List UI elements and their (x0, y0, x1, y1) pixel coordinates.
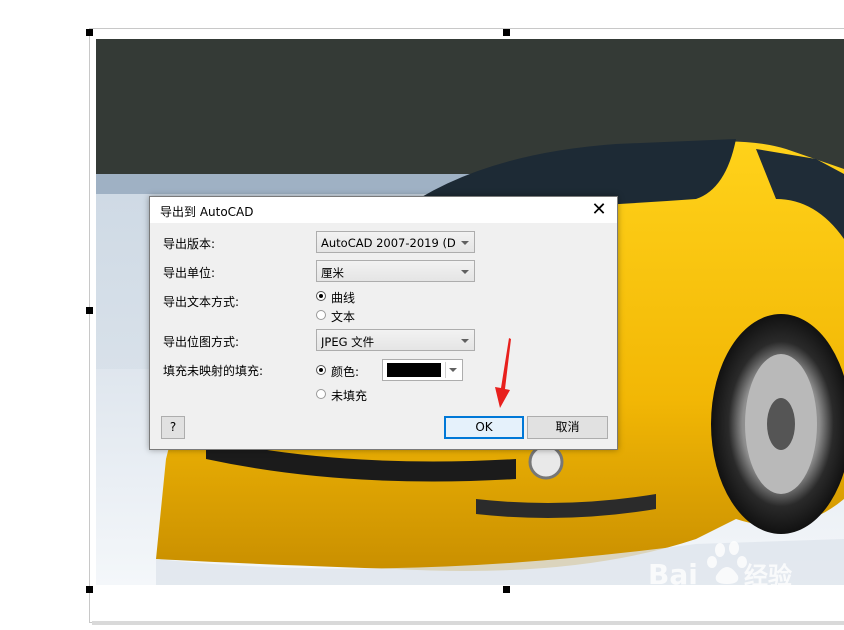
radio-label: 文本 (331, 310, 356, 324)
watermark-url: jingyan.baidu.com (683, 594, 794, 608)
unit-dropdown[interactable]: 厘米 (316, 260, 475, 282)
divider (445, 362, 446, 378)
version-value: AutoCAD 2007-2019 (D... (321, 236, 456, 250)
svg-text:经验: 经验 (744, 562, 792, 590)
fill-label: 填充未映射的填充: (163, 364, 264, 378)
text-mode-label: 导出文本方式: (163, 295, 240, 309)
chevron-down-icon (461, 241, 469, 245)
radio-checked-icon (316, 291, 326, 301)
unit-label: 导出单位: (163, 266, 216, 280)
selection-handle-bottom-center[interactable] (503, 586, 510, 593)
bitmap-value: JPEG 文件 (321, 335, 375, 349)
chevron-down-icon (449, 368, 457, 372)
selection-handle-middle-left[interactable] (86, 307, 93, 314)
radio-unchecked-icon (316, 389, 326, 399)
version-dropdown[interactable]: AutoCAD 2007-2019 (D... (316, 231, 475, 253)
chevron-down-icon (461, 270, 469, 274)
cancel-button[interactable]: 取消 (527, 416, 608, 439)
unit-value: 厘米 (321, 266, 344, 280)
dialog-titlebar[interactable]: 导出到 AutoCAD ✕ (150, 197, 617, 223)
export-autocad-dialog: 导出到 AutoCAD ✕ 导出版本: AutoCAD 2007-2019 (D… (149, 196, 618, 450)
dialog-title: 导出到 AutoCAD (160, 205, 254, 219)
chevron-down-icon (461, 339, 469, 343)
radio-label: 未填充 (331, 389, 368, 403)
selection-handle-top-center[interactable] (503, 29, 510, 36)
selection-handle-bottom-left[interactable] (86, 586, 93, 593)
help-button[interactable]: ? (161, 416, 185, 439)
ok-button[interactable]: OK (444, 416, 524, 439)
annotation-arrow-icon (495, 338, 511, 408)
baidu-watermark-logo: Bai 经验 (648, 541, 792, 591)
page-shadow (92, 621, 844, 625)
version-label: 导出版本: (163, 237, 216, 251)
radio-label: 颜色: (331, 365, 360, 379)
fill-color-picker[interactable] (382, 359, 463, 381)
bitmap-label: 导出位图方式: (163, 335, 240, 349)
color-swatch (387, 363, 441, 377)
close-icon[interactable]: ✕ (587, 199, 611, 221)
bitmap-dropdown[interactable]: JPEG 文件 (316, 329, 475, 351)
selection-handle-top-left[interactable] (86, 29, 93, 36)
radio-checked-icon (316, 365, 326, 375)
radio-label: 曲线 (331, 291, 356, 305)
svg-text:Bai: Bai (648, 558, 698, 591)
radio-unchecked-icon (316, 310, 326, 320)
